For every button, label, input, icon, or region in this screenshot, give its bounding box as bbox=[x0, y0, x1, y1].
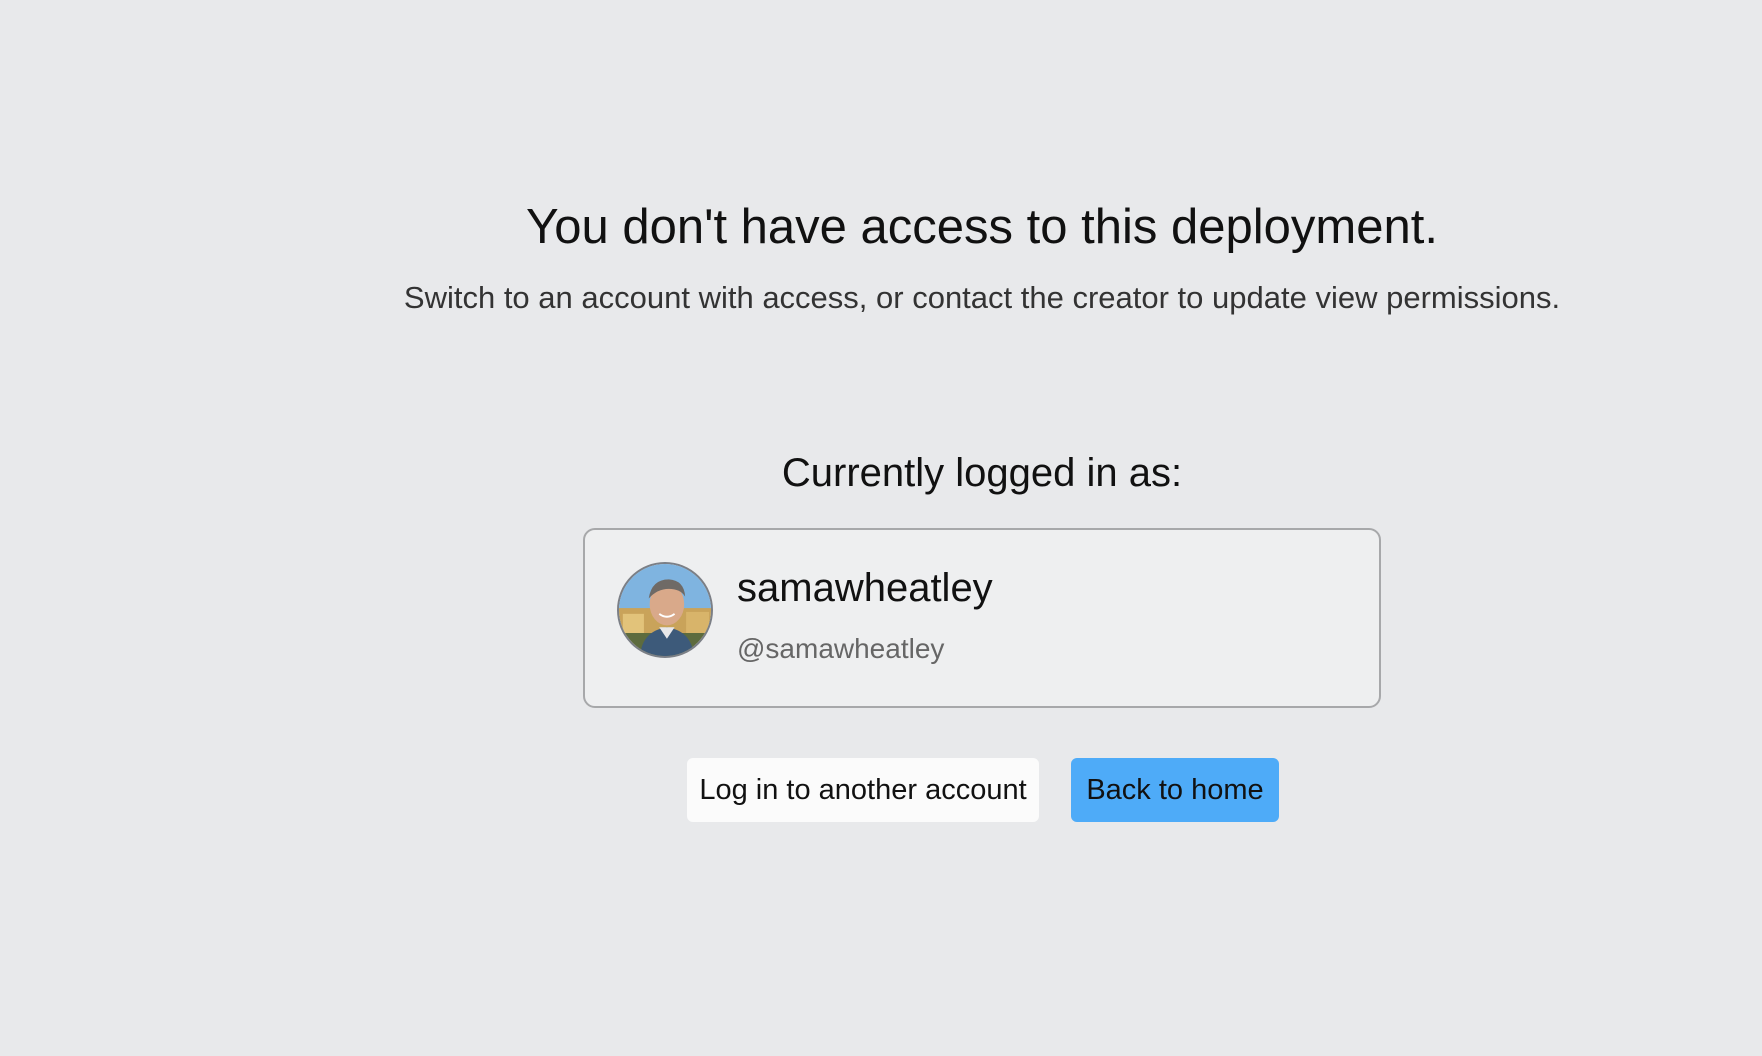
account-card: samawheatley @samawheatley bbox=[583, 528, 1381, 708]
account-handle: @samawheatley bbox=[737, 633, 945, 664]
logged-in-label: Currently logged in as: bbox=[781, 451, 1183, 495]
back-to-home-button[interactable]: Back to home bbox=[1071, 758, 1279, 822]
page-subtitle: Switch to an account with access, or con… bbox=[403, 280, 1561, 315]
access-denied-page: You don't have access to this deployment… bbox=[0, 0, 1762, 1056]
account-display-name: samawheatley bbox=[737, 566, 993, 610]
user-avatar-photo-icon bbox=[619, 564, 711, 656]
log-in-another-account-button[interactable]: Log in to another account bbox=[687, 758, 1039, 822]
avatar bbox=[617, 562, 713, 658]
page-title: You don't have access to this deployment… bbox=[526, 200, 1438, 254]
